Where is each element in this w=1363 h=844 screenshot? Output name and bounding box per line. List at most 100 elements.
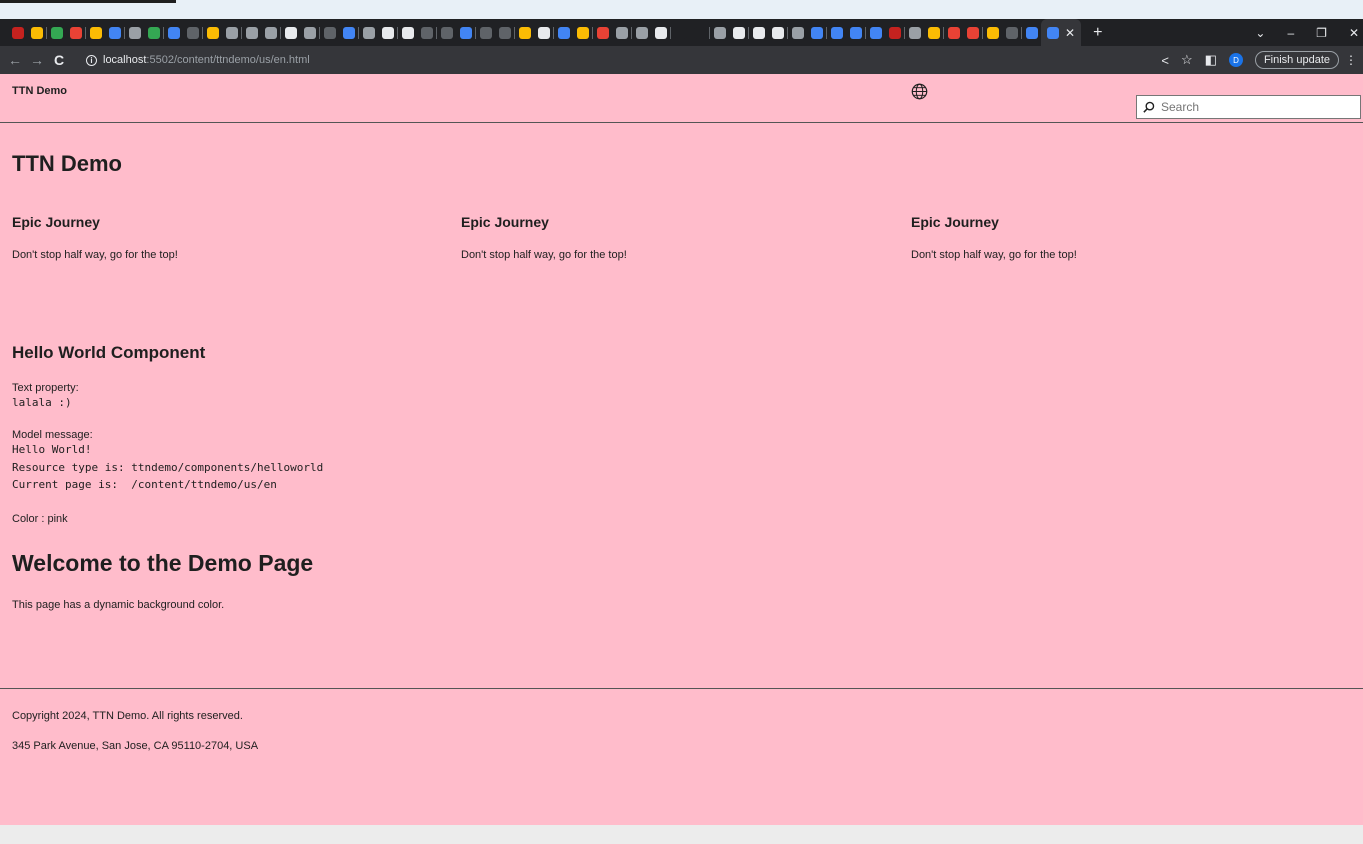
tab-favicon-icon[interactable] (186, 26, 199, 39)
tab-favicon-icon[interactable] (147, 26, 160, 39)
window-close-icon[interactable]: ✕ (1349, 26, 1359, 40)
tab-separator (46, 26, 47, 39)
tab-favicon-icon[interactable] (986, 26, 999, 39)
system-bar (0, 0, 1363, 19)
tab-favicon-icon[interactable] (830, 26, 843, 39)
tab-favicon-icon[interactable] (752, 26, 765, 39)
tab-favicon-icon[interactable] (1005, 26, 1018, 39)
model-message-line: Hello World! (12, 443, 92, 456)
tab-favicon-icon[interactable] (128, 26, 141, 39)
search-input[interactable] (1161, 100, 1341, 114)
new-tab-icon[interactable]: + (1093, 24, 1102, 42)
tab-favicon-icon[interactable] (30, 26, 43, 39)
footer-copyright: Copyright 2024, TTN Demo. All rights res… (12, 710, 243, 722)
tab-favicon-icon[interactable] (966, 26, 979, 39)
tab-favicon-icon[interactable] (537, 26, 550, 39)
tab-favicon-icon[interactable] (888, 26, 901, 39)
bottom-strip (0, 825, 1363, 844)
site-brand[interactable]: TTN Demo (12, 85, 67, 97)
teaser-text: Don't stop half way, go for the top! (12, 249, 178, 261)
active-tab[interactable]: ✕ (1041, 19, 1082, 46)
back-arrow-icon[interactable]: ← (4, 52, 26, 68)
menu-kebab-icon[interactable]: ⋮ (1345, 53, 1357, 67)
tab-favicon-icon[interactable] (303, 26, 316, 39)
tab-favicon-icon[interactable] (693, 26, 706, 39)
tab-separator (592, 26, 593, 39)
tab-separator (748, 26, 749, 39)
tab-favicon-icon[interactable] (459, 26, 472, 39)
forward-arrow-icon[interactable]: → (26, 52, 48, 68)
tab-favicon-icon[interactable] (108, 26, 121, 39)
tab-favicon-icon[interactable] (440, 26, 453, 39)
tab-favicon-icon[interactable] (654, 26, 667, 39)
tab-favicon-icon[interactable] (420, 26, 433, 39)
web-page: TTN Demo TTN Demo Epic Journey Don't sto… (0, 74, 1363, 825)
tab-favicon-icon[interactable] (264, 26, 277, 39)
tab-separator (826, 26, 827, 39)
tab-favicon-icon[interactable] (557, 26, 570, 39)
tab-search-chevron-icon[interactable]: ⌄ (1255, 26, 1265, 40)
share-icon[interactable]: < (1161, 53, 1169, 68)
tab-separator (943, 26, 944, 39)
tab-favicon-icon[interactable] (908, 26, 921, 39)
reload-icon[interactable]: C (48, 52, 70, 68)
profile-avatar[interactable]: D (1228, 53, 1243, 67)
tab-favicon-icon[interactable] (50, 26, 63, 39)
resource-type-line: Resource type is: ttndemo/components/hel… (12, 460, 324, 474)
tab-favicon-icon[interactable] (732, 26, 745, 39)
tab-separator (436, 26, 437, 39)
finish-update-button[interactable]: Finish update (1254, 51, 1339, 69)
toolbar-actions: < ☆ ◧ D Finish update ⋮ (1161, 46, 1357, 74)
tab-favicon-icon[interactable] (401, 26, 414, 39)
tab-close-icon[interactable]: ✕ (1065, 26, 1075, 40)
tab-favicon-icon[interactable] (635, 26, 648, 39)
tab-favicon-icon[interactable] (225, 26, 238, 39)
tab-favicon-icon[interactable] (713, 26, 726, 39)
tab-favicon-icon[interactable] (1025, 26, 1038, 39)
tab-favicon-icon[interactable] (11, 26, 24, 39)
tab-separator (241, 26, 242, 39)
tab-favicon-icon[interactable] (927, 26, 940, 39)
tab-favicon-icon[interactable] (674, 26, 687, 39)
tab-favicon-icon[interactable] (323, 26, 336, 39)
tab-favicon-icon[interactable] (947, 26, 960, 39)
teaser-title: Epic Journey (461, 214, 549, 230)
footer-address: 345 Park Avenue, San Jose, CA 95110-2704… (12, 740, 259, 752)
tab-favicon-icon[interactable] (498, 26, 511, 39)
tab-favicon-icon[interactable] (810, 26, 823, 39)
tab-favicon-icon[interactable] (69, 26, 82, 39)
restore-icon[interactable]: ❐ (1316, 26, 1327, 40)
teaser-card: Epic Journey Don't stop half way, go for… (461, 214, 881, 261)
tab-favicon-icon[interactable] (576, 26, 589, 39)
tab-favicon-icon[interactable] (596, 26, 609, 39)
tab-favicon-icon[interactable] (849, 26, 862, 39)
tab-favicon-icon[interactable] (245, 26, 258, 39)
search-icon (1143, 101, 1155, 113)
minimize-icon[interactable]: – (1287, 26, 1294, 40)
globe-icon[interactable] (911, 83, 928, 100)
tab-favicon-icon[interactable] (381, 26, 394, 39)
text-property-value: lalala :) (12, 396, 72, 409)
tab-favicon-icon[interactable] (771, 26, 784, 39)
browser-toolbar: ← → C i localhost :5502/content/ttndemo/… (0, 46, 1363, 74)
search-field[interactable] (1136, 95, 1361, 119)
tab-favicon-icon[interactable] (362, 26, 375, 39)
tab-favicon-icon[interactable] (89, 26, 102, 39)
site-info-icon[interactable]: i (86, 54, 97, 66)
tab-favicon-icon[interactable] (869, 26, 882, 39)
tab-favicon-icon[interactable] (284, 26, 297, 39)
tab-favicon-icon[interactable] (167, 26, 180, 39)
tab-favicon-icon[interactable] (342, 26, 355, 39)
tab-separator (85, 26, 86, 39)
bookmark-star-icon[interactable]: ☆ (1181, 52, 1193, 68)
tab-favicon-icon[interactable] (479, 26, 492, 39)
teaser-text: Don't stop half way, go for the top! (461, 249, 627, 261)
tab-favicon-icon[interactable] (615, 26, 628, 39)
tab-favicon-icon[interactable] (518, 26, 531, 39)
side-panel-icon[interactable]: ◧ (1205, 52, 1217, 68)
address-bar[interactable]: i localhost :5502/content/ttndemo/us/en.… (76, 49, 310, 71)
tab-favicon-icon[interactable] (791, 26, 804, 39)
tab-separator (202, 26, 203, 39)
tab-separator (397, 26, 398, 39)
tab-favicon-icon[interactable] (206, 26, 219, 39)
